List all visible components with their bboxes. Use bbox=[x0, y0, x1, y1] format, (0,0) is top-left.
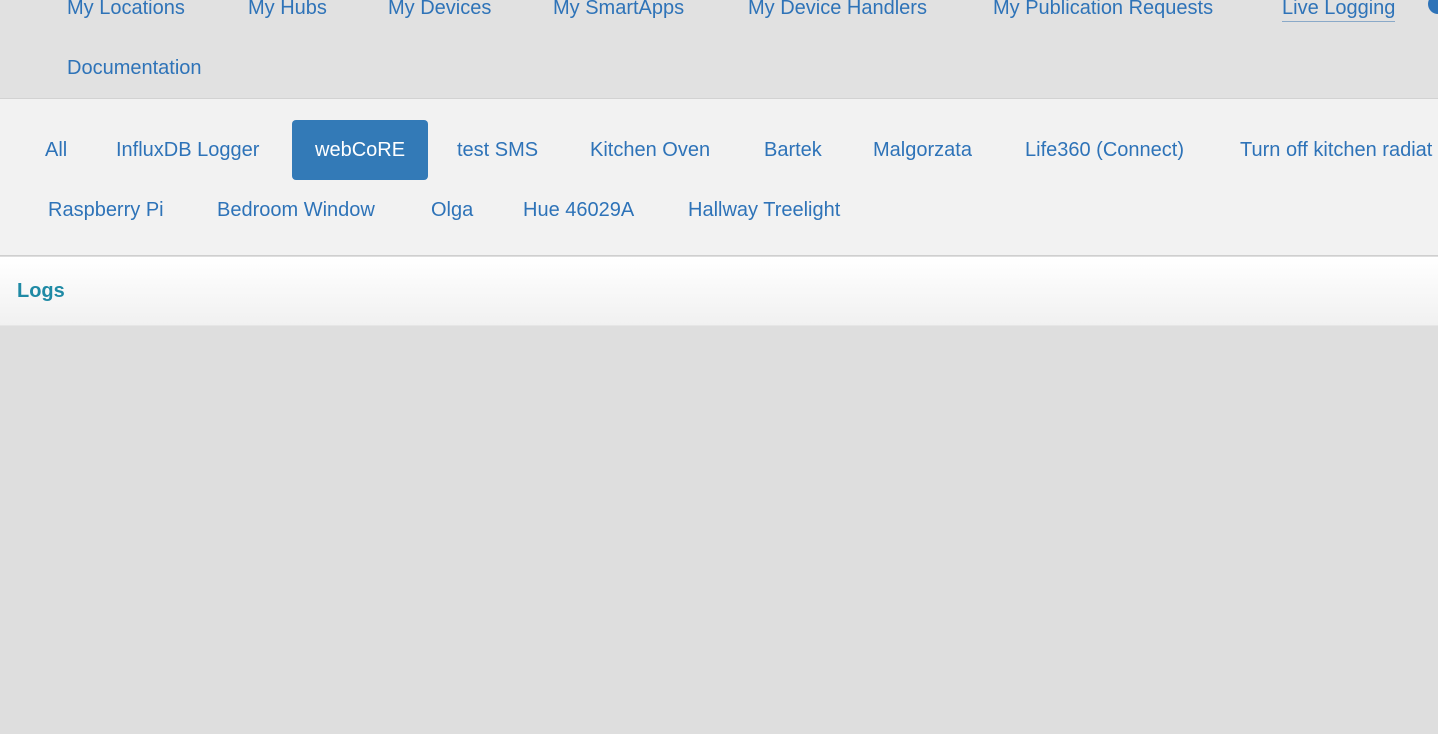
nav-live-logging[interactable]: Live Logging bbox=[1282, 0, 1396, 22]
nav-my-devices[interactable]: My Devices bbox=[388, 0, 491, 20]
logs-content-area bbox=[0, 326, 1438, 734]
filter-raspberry-pi[interactable]: Raspberry Pi bbox=[25, 180, 187, 240]
logs-title: Logs bbox=[17, 280, 65, 302]
filter-kitchen-oven[interactable]: Kitchen Oven bbox=[567, 120, 733, 180]
user-avatar-icon[interactable] bbox=[1428, 0, 1438, 14]
filter-bartek[interactable]: Bartek bbox=[741, 120, 845, 180]
filter-olga[interactable]: Olga bbox=[408, 180, 496, 240]
nav-my-hubs[interactable]: My Hubs bbox=[248, 0, 327, 20]
filter-all[interactable]: All bbox=[22, 120, 90, 180]
nav-my-publication-requests[interactable]: My Publication Requests bbox=[993, 0, 1213, 20]
nav-my-locations[interactable]: My Locations bbox=[67, 0, 185, 20]
filter-malgorzata[interactable]: Malgorzata bbox=[850, 120, 995, 180]
filter-webcore[interactable]: webCoRE bbox=[292, 120, 429, 180]
filter-hue-46029a[interactable]: Hue 46029A bbox=[500, 180, 657, 240]
nav-documentation[interactable]: Documentation bbox=[67, 56, 202, 80]
filter-test-sms[interactable]: test SMS bbox=[434, 120, 561, 180]
filter-life360-connect[interactable]: Life360 (Connect) bbox=[1002, 120, 1207, 180]
filter-hallway-treelight[interactable]: Hallway Treelight bbox=[665, 180, 863, 240]
filter-turn-off-kitchen-radiator[interactable]: Turn off kitchen radiat bbox=[1217, 120, 1438, 180]
nav-my-smartapps[interactable]: My SmartApps bbox=[553, 0, 684, 20]
logs-panel-header: Logs bbox=[0, 257, 1438, 326]
app-filter-bar: All InfluxDB Logger webCoRE test SMS Kit… bbox=[0, 99, 1438, 256]
nav-my-device-handlers[interactable]: My Device Handlers bbox=[748, 0, 927, 20]
top-navigation: My Locations My Hubs My Devices My Smart… bbox=[0, 0, 1438, 99]
filter-influxdb-logger[interactable]: InfluxDB Logger bbox=[93, 120, 282, 180]
filter-bedroom-window[interactable]: Bedroom Window bbox=[194, 180, 398, 240]
